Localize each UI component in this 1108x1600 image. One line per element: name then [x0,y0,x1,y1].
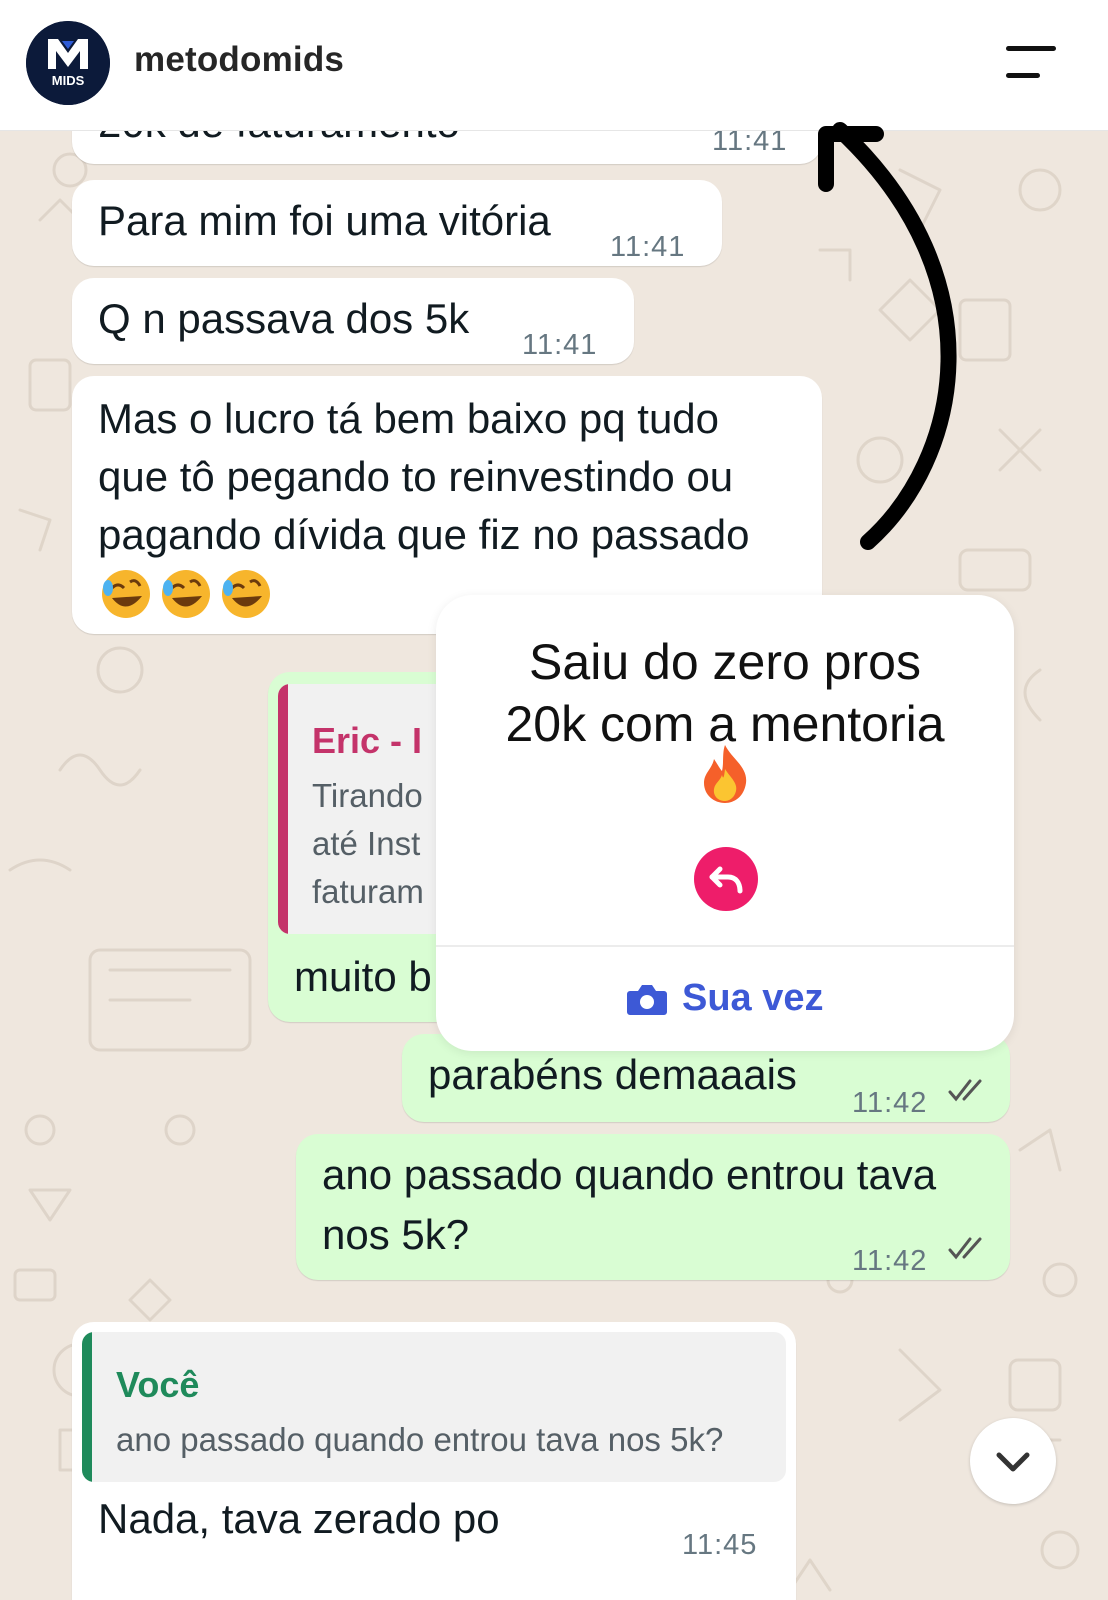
mids-logo: MIDS [26,21,110,105]
message-text-line: nos 5k? [322,1211,470,1258]
message-text-line: pagando dívida que fiz no passado [98,511,750,558]
message-text: Nada, tava zerado po [98,1495,500,1542]
message-time: 11:41 [610,231,686,263]
message-time: 11:41 [522,329,598,361]
message-text: 20k de faturamento [98,130,460,152]
message-text: Q n passava dos 5k [98,295,470,342]
story-reply-card: Saiu do zero pros 20k com a mentoria Sua… [436,595,1014,1051]
menu-icon[interactable] [1004,44,1058,80]
message-text-line: que tô pegando to reinvestindo ou [98,453,734,500]
message-text: muito b [294,953,432,1000]
curved-arrow-icon [818,122,957,550]
read-ticks-icon [948,1237,982,1260]
message-bubble-incoming[interactable]: 20k de faturamento 11:41 [72,130,822,164]
laughing-emoji-icon [102,570,270,618]
reply-icon [709,866,743,894]
message-text-line: ano passado quando entrou tava [322,1151,937,1198]
camera-icon [627,985,667,1015]
quote-author: Você [116,1364,200,1405]
message-text: Para mim foi uma vitória [98,197,551,244]
profile-username[interactable]: metodomids [134,40,344,80]
your-turn-button[interactable]: Sua vez [436,947,1014,1051]
profile-avatar[interactable]: MIDS [26,21,110,105]
quote-accent-bar [278,684,288,934]
quote-text: até Inst [312,825,421,862]
logo-text: MIDS [52,73,85,88]
message-bubble-outgoing[interactable]: ano passado quando entrou tava nos 5k? 1… [296,1134,1010,1280]
laughing-emoji-group [100,566,280,622]
message-bubble-incoming[interactable]: Para mim foi uma vitória 11:41 [72,180,722,266]
message-time: 11:41 [712,130,788,157]
message-bubble-incoming[interactable]: Você ano passado quando entrou tava nos … [72,1322,796,1600]
read-ticks-icon [948,1079,982,1102]
chevron-down-icon [996,1452,1030,1472]
quote-accent-bar [82,1332,92,1482]
message-text: parabéns demaaais [428,1051,797,1098]
scroll-to-bottom-button[interactable] [970,1418,1056,1504]
your-turn-label: Sua vez [682,977,824,1019]
quote-author: Eric - I [312,720,423,761]
message-time: 11:42 [852,1087,928,1119]
quote-text: ano passado quando entrou tava nos 5k? [116,1421,724,1458]
message-bubble-incoming[interactable]: Q n passava dos 5k 11:41 [72,278,634,364]
message-text-line: Mas o lucro tá bem baixo pq tudo [98,395,720,442]
story-caption-line: Saiu do zero pros [529,634,921,690]
message-time: 11:42 [852,1245,928,1277]
message-time: 11:45 [682,1529,758,1561]
fire-icon [704,745,747,803]
quoted-message[interactable]: Você ano passado quando entrou tava nos … [82,1332,786,1482]
story-caption: Saiu do zero pros 20k com a mentoria [436,631,1014,755]
quote-text: Tirando [312,777,423,814]
quote-text: faturam [312,873,424,910]
reply-button[interactable] [694,847,758,911]
